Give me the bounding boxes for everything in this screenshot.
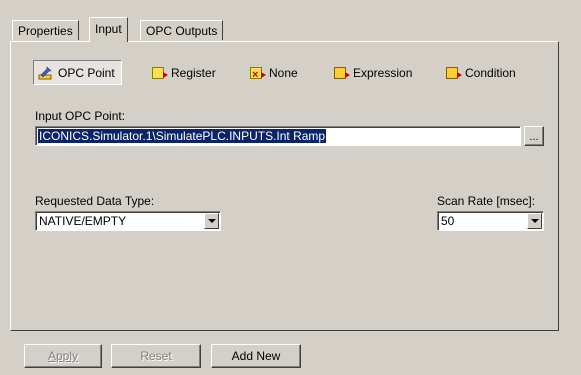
option-register-label: Register	[171, 66, 216, 80]
option-opc-point-label: OPC Point	[58, 66, 115, 80]
option-condition-label: Condition	[465, 66, 516, 80]
tab-input-label: Input	[95, 22, 122, 36]
browse-button-label: ...	[529, 131, 539, 143]
chevron-down-icon[interactable]	[527, 213, 542, 229]
expression-icon	[334, 67, 350, 79]
register-icon	[152, 67, 168, 79]
option-expression-label: Expression	[353, 66, 413, 80]
tab-opc-outputs-label: OPC Outputs	[146, 24, 218, 38]
chevron-down-icon[interactable]	[204, 213, 219, 229]
option-register[interactable]: Register	[152, 61, 216, 85]
tab-properties-label: Properties	[18, 24, 73, 38]
option-none[interactable]: None	[250, 61, 298, 87]
option-expression[interactable]: Expression	[334, 61, 412, 85]
option-none-label: None	[269, 66, 298, 80]
option-condition[interactable]: Condition	[446, 61, 516, 85]
scan-rate-value: 50	[441, 214, 455, 228]
tab-opc-outputs[interactable]: OPC Outputs	[140, 20, 224, 40]
option-opc-point[interactable]: OPC Point	[33, 60, 122, 85]
scan-rate-select[interactable]: 50	[437, 211, 544, 231]
add-new-button-label: Add New	[231, 349, 281, 363]
apply-button-label: Apply	[47, 349, 79, 363]
tab-input[interactable]: Input	[89, 17, 128, 42]
opc-point-icon	[38, 66, 52, 80]
input-opc-point-value: ICONICS.Simulator.1\SimulatePLC.INPUTS.I…	[38, 129, 327, 143]
apply-button[interactable]: Apply	[24, 344, 102, 368]
input-opc-point-label: Input OPC Point:	[35, 109, 126, 123]
none-icon	[250, 63, 266, 87]
requested-data-type-select[interactable]: NATIVE/EMPTY	[35, 211, 221, 231]
condition-icon	[446, 67, 462, 79]
browse-button[interactable]: ...	[524, 126, 544, 146]
reset-button[interactable]: Reset	[111, 344, 201, 368]
requested-data-type-value: NATIVE/EMPTY	[39, 214, 127, 228]
tab-properties[interactable]: Properties	[12, 20, 79, 40]
input-opc-point-field[interactable]: ICONICS.Simulator.1\SimulatePLC.INPUTS.I…	[35, 126, 521, 146]
scan-rate-label: Scan Rate [msec]:	[437, 194, 536, 208]
add-new-button[interactable]: Add New	[211, 344, 301, 368]
requested-data-type-label: Requested Data Type:	[35, 194, 155, 208]
reset-button-label: Reset	[140, 349, 172, 363]
